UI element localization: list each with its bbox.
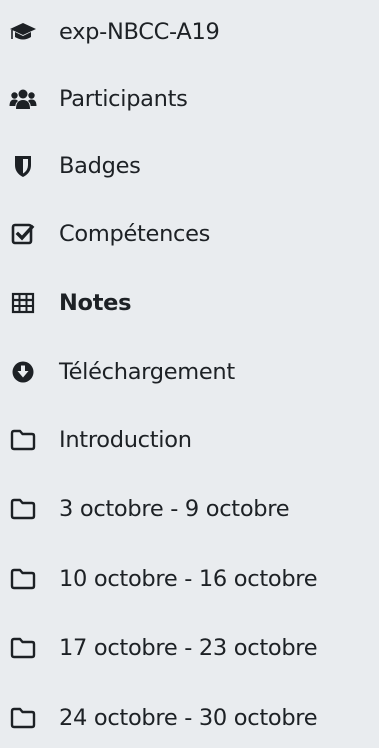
nav-item-label: 17 octobre - 23 octobre <box>59 634 318 661</box>
nav-item-section-3[interactable]: 17 octobre - 23 octobre <box>0 618 379 678</box>
nav-item-section-2[interactable]: 10 octobre - 16 octobre <box>0 549 379 609</box>
nav-item-introduction[interactable]: Introduction <box>0 410 379 470</box>
nav-item-participants[interactable]: Participants <box>0 69 379 129</box>
nav-item-notes[interactable]: Notes <box>0 273 379 333</box>
table-icon <box>9 289 37 317</box>
nav-item-label: 24 octobre - 30 octobre <box>59 704 318 731</box>
nav-item-label: 3 octobre - 9 octobre <box>59 495 290 522</box>
nav-item-label: exp-NBCC-A19 <box>59 18 220 45</box>
course-navigation: exp-NBCC-A19 Participants Badges Compéte… <box>0 0 379 731</box>
nav-item-competences[interactable]: Compétences <box>0 204 379 264</box>
folder-icon <box>9 634 37 662</box>
folder-icon <box>9 495 37 523</box>
nav-item-label: Badges <box>59 152 141 179</box>
nav-item-section-4[interactable]: 24 octobre - 30 octobre <box>0 688 379 748</box>
nav-item-section-1[interactable]: 3 octobre - 9 octobre <box>0 479 379 539</box>
folder-icon <box>9 426 37 454</box>
folder-icon <box>9 565 37 593</box>
nav-item-label: 10 octobre - 16 octobre <box>59 565 318 592</box>
nav-item-label: Téléchargement <box>59 358 235 385</box>
nav-item-course-home[interactable]: exp-NBCC-A19 <box>0 2 379 62</box>
nav-item-label: Participants <box>59 85 188 112</box>
nav-item-label: Introduction <box>59 426 192 453</box>
nav-item-telechargement[interactable]: Téléchargement <box>0 342 379 402</box>
nav-item-label: Notes <box>59 289 132 316</box>
folder-icon <box>9 704 37 732</box>
shield-icon <box>9 152 37 180</box>
nav-item-badges[interactable]: Badges <box>0 136 379 196</box>
users-icon <box>9 85 37 113</box>
graduation-cap-icon <box>9 18 37 46</box>
nav-item-label: Compétences <box>59 220 211 247</box>
check-square-icon <box>9 220 37 248</box>
download-circle-icon <box>9 358 37 386</box>
